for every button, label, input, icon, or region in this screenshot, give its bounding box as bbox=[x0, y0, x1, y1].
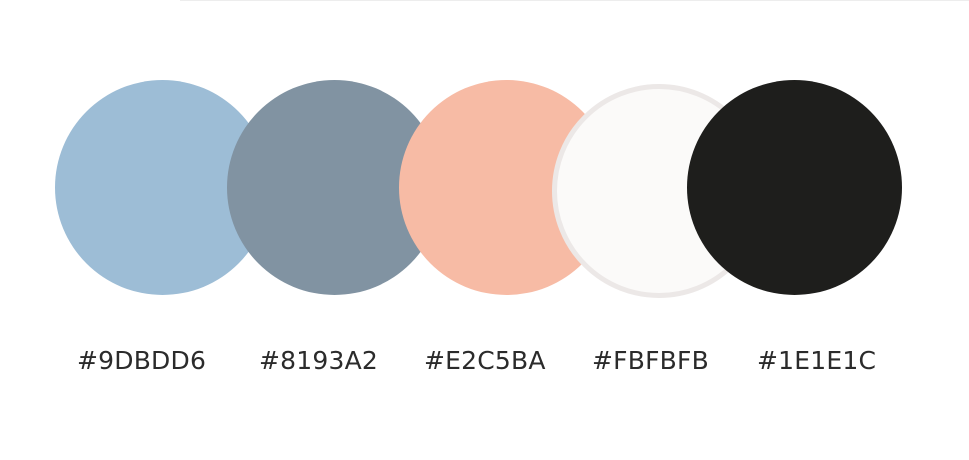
top-divider bbox=[180, 0, 969, 1]
swatch-hex-label-3: #E2C5BA bbox=[424, 346, 546, 375]
swatch-hex-label-4: #FBFBFB bbox=[592, 346, 709, 375]
swatch-hex-label-1: #9DBDD6 bbox=[77, 346, 207, 375]
swatch-circle-5 bbox=[687, 80, 902, 295]
swatch-hex-label-5: #1E1E1C bbox=[757, 346, 877, 375]
swatch-hex-label-2: #8193A2 bbox=[259, 346, 378, 375]
